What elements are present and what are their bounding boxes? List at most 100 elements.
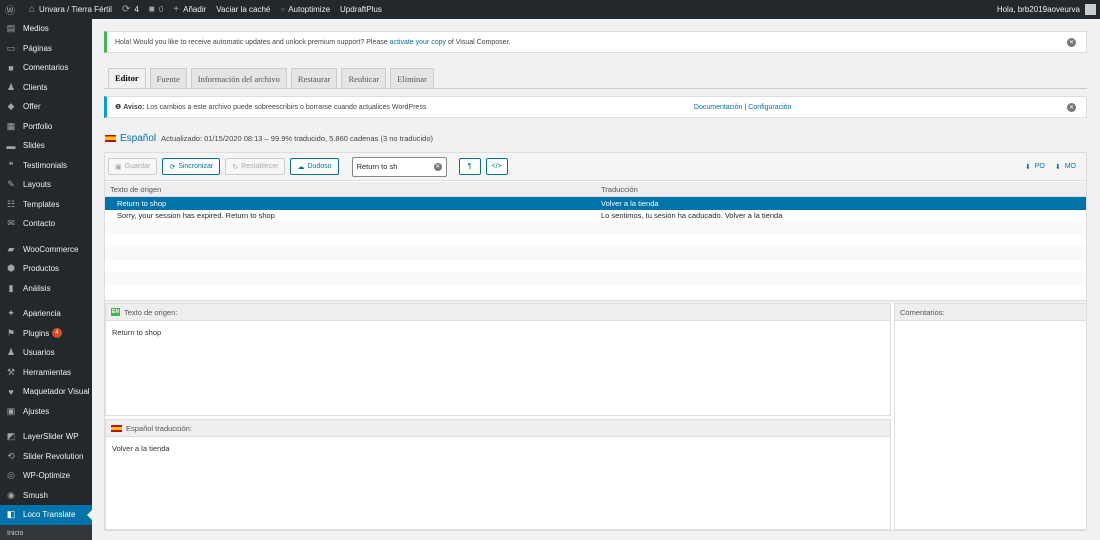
sidebar-item-woocommerce[interactable]: ▰ WooCommerce [0, 240, 92, 260]
sidebar-item-páginas[interactable]: ▭ Páginas [0, 39, 92, 59]
tab-2[interactable]: Información del archivo [190, 68, 287, 88]
sidebar-item-smush[interactable]: ◉ Smush [0, 486, 92, 506]
tab-4[interactable]: Reubicar [341, 68, 387, 88]
sidebar-item-usuarios[interactable]: ♟ Usuarios [0, 343, 92, 363]
sidebar-item-layerslider-wp[interactable]: ◩ LayerSlider WP [0, 427, 92, 447]
wp-logo-menu[interactable]: Ⓦ [0, 0, 24, 19]
activate-copy-link[interactable]: activate your copy [390, 39, 446, 46]
tab-5[interactable]: Eliminar [390, 68, 434, 88]
comments-pane-header: Comentarios: [895, 304, 1086, 321]
sidebar-item-plugins[interactable]: ⚑ Plugins 4 [0, 324, 92, 344]
sidebar-item-loco-translate[interactable]: ◧ Loco Translate [0, 505, 92, 525]
sidebar-item-offer[interactable]: ◆ Offer [0, 97, 92, 117]
slides-icon: ▬ [6, 140, 16, 151]
sidebar-item-label: WooCommerce [23, 244, 79, 254]
sidebar-item-label: WP-Optimize [23, 471, 71, 481]
sidebar-item-label: Portfolio [23, 121, 53, 131]
clear-search-icon[interactable]: ✕ [433, 162, 442, 171]
sidebar-item-label: Slider Revolution [23, 451, 84, 461]
sidebar-item-comentarios[interactable]: ■ Comentarios [0, 58, 92, 78]
submenu-item-inicio[interactable]: Inicio [0, 524, 92, 540]
visual-composer-icon: ♥ [8, 386, 14, 397]
code-icon: </> [491, 163, 502, 170]
sidebar-item-layouts[interactable]: ✎ Layouts [0, 175, 92, 195]
sidebar-item-testimonials[interactable]: ❝ Testimonials [0, 156, 92, 176]
portfolio-icon: ▦ [6, 120, 16, 131]
download-mo-link[interactable]: ⬇ MO [1055, 163, 1076, 171]
sidebar-item-productos[interactable]: ⬢ Productos [0, 259, 92, 279]
sidebar-item-portfolio[interactable]: ▦ Portfolio [0, 117, 92, 137]
translation-column-header[interactable]: Traducción [601, 185, 1086, 194]
language-link[interactable]: Español [120, 133, 156, 144]
po-file-header: Español Actualizado: 01/15/2020 08:13 – … [105, 131, 433, 145]
sidebar-item-análisis[interactable]: ▮ Análisis [0, 279, 92, 299]
save-button[interactable]: ▣ Guardar [108, 158, 158, 175]
sidebar-item-herramientas[interactable]: ⚒ Herramientas [0, 363, 92, 383]
sidebar-item-slides[interactable]: ▬ Slides [0, 136, 92, 156]
revert-button[interactable]: ↻ Restablecer [225, 158, 286, 175]
comments-icon: ■ [8, 62, 14, 73]
loco-icon: ◧ [6, 509, 16, 520]
search-box: ✕ [351, 156, 447, 177]
plugins-icon: ⚑ [6, 327, 16, 338]
sidebar-item-label: Layouts [23, 180, 52, 190]
sidebar-item-contacto[interactable]: ✉ Contacto [0, 214, 92, 234]
tab-1[interactable]: Fuente [149, 68, 187, 88]
updraftplus-menu[interactable]: UpdraftPlus [335, 0, 387, 19]
strings-table: Texto de origen Traducción Return to sho… [105, 182, 1086, 300]
sidebar-item-templates[interactable]: ☷ Templates [0, 195, 92, 215]
sidebar-item-label: Plugins [23, 328, 50, 338]
sidebar-item-label: Testimonials [23, 160, 68, 170]
comments-link[interactable]: ■ 0 [144, 0, 169, 19]
sidebar-item-medios[interactable]: ▤ Medios [0, 19, 92, 39]
analytics-icon: ▮ [8, 282, 14, 293]
tab-3[interactable]: Restaurar [290, 68, 338, 88]
updates-icon: ⟳ [121, 4, 131, 15]
save-icon: ▣ [115, 163, 122, 171]
dismiss-icon[interactable]: ✕ [1067, 37, 1076, 47]
documentation-link[interactable]: Documentación [694, 104, 743, 111]
sidebar-item-ajustes[interactable]: ▣ Ajustes [0, 402, 92, 422]
sidebar-item-label: Offer [23, 102, 41, 112]
status-text: Actualizado: 01/15/2020 08:13 – 99.9% tr… [161, 133, 434, 143]
sidebar-item-maquetador-visual[interactable]: ♥ Maquetador Visual [0, 382, 92, 402]
autoptimize-menu[interactable]: ○ Autoptimize [275, 0, 335, 19]
dismiss-icon[interactable]: ✕ [1067, 102, 1076, 112]
sidebar-item-label: Análisis [23, 283, 51, 293]
comments-textarea[interactable] [895, 321, 1086, 335]
translation-textarea[interactable]: Volver a la tienda [106, 437, 890, 460]
translation-pane: Español traducción: Volver a la tienda [105, 419, 891, 530]
updates-link[interactable]: ⟳ 4 [117, 0, 144, 19]
code-view-toggle-button[interactable]: </> [485, 158, 508, 175]
layerslider-icon: ◩ [6, 431, 16, 442]
empty-row [105, 272, 1086, 285]
translation-cell: Lo sentimos, tu sesión ha caducado. Volv… [601, 211, 783, 221]
table-row[interactable]: Sorry, your session has expired. Return … [105, 210, 1086, 223]
sidebar-item-apariencia[interactable]: ✦ Apariencia [0, 304, 92, 324]
home-icon: ⌂ [29, 4, 36, 15]
revert-icon: ↻ [232, 163, 239, 171]
invisibles-toggle-button[interactable]: ¶ [458, 158, 481, 175]
download-po-link[interactable]: ⬇ PO [1025, 163, 1045, 171]
warning-text: ❶ Aviso: Los cambios a este archivo pued… [115, 104, 427, 111]
fuzzy-button[interactable]: ☁ Dudoso [290, 158, 339, 175]
source-column-header[interactable]: Texto de origen [105, 185, 601, 194]
sync-button[interactable]: ⟳ Sincronizar [162, 158, 221, 175]
clear-cache-link[interactable]: Vaciar la caché [211, 0, 275, 19]
table-row[interactable]: Return to shop Volver a la tienda [105, 197, 1086, 210]
sidebar-item-label: Medios [23, 24, 49, 34]
mail-icon: ✉ [7, 218, 15, 229]
source-cell: Sorry, your session has expired. Return … [117, 211, 275, 221]
sidebar-item-wp-optimize[interactable]: ◎ WP-Optimize [0, 466, 92, 486]
sidebar-item-slider-revolution[interactable]: ⟲ Slider Revolution [0, 447, 92, 467]
sidebar-item-label: Páginas [23, 43, 52, 53]
sidebar-item-clients[interactable]: ♟ Clients [0, 78, 92, 98]
site-name-link[interactable]: ⌂ Unvara / Tierra Fértil [24, 0, 117, 19]
my-account-menu[interactable]: Hola, brb2019aoveurva [992, 0, 1100, 19]
configuration-link[interactable]: Configuración [748, 104, 791, 111]
tab-0[interactable]: Editor [108, 68, 146, 88]
source-cell: Return to shop [117, 198, 167, 208]
search-input[interactable] [356, 162, 427, 171]
wordpress-icon: Ⓦ [5, 6, 15, 17]
new-content-menu[interactable]: + Añadir [168, 0, 211, 19]
